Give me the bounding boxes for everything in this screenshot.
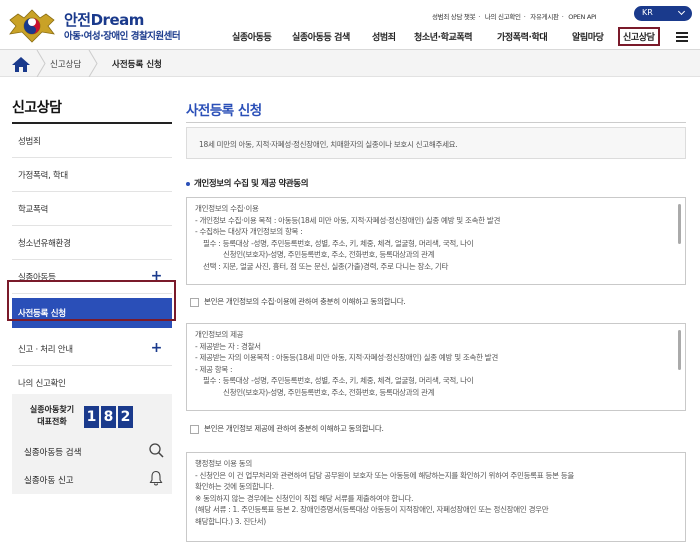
sidebar-item-domestic-violence[interactable]: 가정폭력, 학대 [12, 158, 172, 192]
missing-report-label: 실종아동 신고 [24, 476, 74, 486]
sidebar-item-youth-harmful-env[interactable]: 청소년유해환경 [12, 226, 172, 260]
util-link-my-report[interactable]: 나의 신고확인 [485, 13, 521, 21]
terms-line: ※ 동의하지 않는 경우에는 신청인이 직접 해당 서류를 제출하여야 합니다. [195, 493, 414, 503]
scrollbar[interactable] [678, 204, 681, 244]
terms-line: 확인하는 것에 동의합니다. [195, 482, 274, 491]
sidebar-item-report-guide[interactable]: 신고 · 처리 안내 + [12, 332, 172, 366]
nav-youth-school-violence[interactable]: 청소년·학교폭력 [414, 30, 473, 43]
section-title: 개인정보의 수집 및 제공 약관동의 [186, 177, 309, 189]
terms-line: - 제공받는 자의 이용목적 : 아동등(18세 미만 아동, 지적·자폐성·정… [195, 353, 498, 362]
terms-line: (해당 서류 : 1. 주민등록표 등본 2. 장애인증명서(등록대상 아동등이… [195, 505, 549, 514]
hotline-digit: 1 [84, 406, 99, 428]
breadcrumb: 신고상담 사전등록 신청 [0, 50, 700, 77]
logo-title-dream: Dream [90, 11, 145, 29]
sidebar-item-sexual-crime[interactable]: 성범죄 [12, 124, 172, 158]
title-divider [186, 122, 686, 123]
hotline-digit: 8 [101, 406, 116, 428]
breadcrumb-current: 사전등록 신청 [112, 60, 162, 70]
hotline-label: 실종아동찾기 대표전화 [24, 404, 80, 428]
terms-line: 신청인(보호자)-성명, 주민등록번호, 주소, 전화번호, 등록대상과의 관계 [223, 250, 435, 259]
terms-line: 개인정보의 수집·이용 [195, 204, 259, 213]
sidebar-item-label: 가정폭력, 학대 [18, 171, 68, 181]
missing-search-label: 실종아동등 검색 [24, 448, 82, 458]
agree-collection-checkbox[interactable] [190, 297, 199, 307]
terms-line: 행정정보 이용 동의 [195, 459, 252, 468]
hotline-label-line1: 실종아동찾기 [29, 405, 75, 414]
terms-line: 선택 : 지문, 얼굴 사진, 흉터, 점 또는 문신, 실종(가출)경력, 주… [203, 261, 449, 271]
agree-collection-label: 본인은 개인정보의 수집·이용에 관하여 충분히 이해하고 동의합니다. [204, 297, 406, 306]
missing-search-link[interactable]: 실종아동등 검색 [24, 443, 164, 458]
terms-line: 해당합니다.) 3. 진단서) [195, 516, 266, 526]
chevron-down-icon [677, 7, 686, 16]
site-logo-subtitle: 아동·여성·장애인 경찰지원센터 [64, 31, 181, 42]
menu-icon[interactable] [676, 32, 688, 42]
agree-provision[interactable]: 본인은 개인정보 제공에 관하여 충분히 이해하고 동의합니다. [190, 423, 384, 434]
notice-box: 18세 미만의 아동, 지적·자폐성·정신장애인, 치매환자의 실종이나 보호시… [186, 127, 686, 159]
home-icon[interactable] [8, 54, 34, 74]
plus-icon[interactable]: + [151, 340, 163, 356]
nav-notice[interactable]: 알림마당 [572, 30, 604, 43]
agree-provision-checkbox[interactable] [190, 424, 199, 434]
sidebar-item-school-violence[interactable]: 학교폭력 [12, 192, 172, 226]
terms-line: 신청인(보호자)-성명, 주민등록번호, 주소, 전화번호, 등록대상과의 관계 [223, 387, 435, 397]
util-link-open-api[interactable]: OPEN API [568, 13, 596, 21]
sidebar-menu: 성범죄 가정폭력, 학대 학교폭력 청소년유해환경 실종아동등 + 사전등록 신청… [12, 124, 172, 400]
terms-admin-info-box[interactable]: 행정정보 이용 동의 - 신청인은 이 건 업무처리와 관련하여 담당 공무원이… [186, 452, 686, 542]
nav-missing-search[interactable]: 실종아동등 검색 [292, 30, 350, 43]
terms-line: - 제공받는 자 : 경찰서 [195, 341, 261, 351]
language-select[interactable]: KR [634, 6, 692, 21]
hotline-label-line2: 대표전화 [37, 417, 67, 426]
terms-line: 필수 : 등록대상 -성명, 주민등록번호, 성별, 주소, 키, 체중, 체격… [203, 238, 474, 248]
terms-collection-box[interactable]: 개인정보의 수집·이용 - 개인정보 수집·이용 목적 : 아동등(18세 미만… [186, 197, 686, 285]
language-value: KR [642, 8, 653, 17]
nav-sexual-crime[interactable]: 성범죄 [372, 30, 396, 43]
bell-icon [149, 470, 163, 486]
sidebar-item-label: 신고 · 처리 안내 [18, 345, 73, 355]
nav-report-counsel[interactable]: 신고상담 [618, 27, 660, 46]
util-sep: · [561, 13, 564, 21]
agree-provision-label: 본인은 개인정보 제공에 관하여 충분히 이해하고 동의합니다. [204, 424, 384, 433]
breadcrumb-separator-icon [36, 50, 46, 77]
site-logo-title[interactable]: 안전Dream [64, 9, 144, 30]
hotline-digit: 2 [118, 406, 133, 428]
utility-links: 성범죄 상담 챗봇 · 나의 신고확인 · 자유게시판 · OPEN API [432, 11, 599, 21]
sidebar-item-label: 청소년유해환경 [18, 239, 71, 249]
breadcrumb-separator-icon [88, 50, 98, 77]
agree-collection[interactable]: 본인은 개인정보의 수집·이용에 관하여 충분히 이해하고 동의합니다. [190, 296, 406, 307]
missing-hotline-box: 실종아동찾기 대표전화 1 8 2 실종아동등 검색 실종아동 신고 [12, 394, 172, 494]
terms-line: - 개인정보 수집·이용 목적 : 아동등(18세 미만 아동, 지적·자폐성·… [195, 215, 501, 225]
search-icon [149, 443, 164, 458]
active-item-highlight [7, 280, 176, 321]
terms-line: - 제공 항목 : [195, 364, 233, 374]
util-link-board[interactable]: 자유게시판 [530, 13, 559, 21]
nav-missing-children[interactable]: 실종아동등 [232, 30, 272, 43]
police-emblem-icon[interactable] [8, 6, 56, 44]
logo-title-main: 안전 [64, 11, 91, 29]
sidebar-title: 신고상담 [12, 100, 62, 116]
missing-report-link[interactable]: 실종아동 신고 [24, 470, 164, 486]
util-sep: · [478, 13, 481, 21]
scrollbar[interactable] [678, 330, 681, 370]
sidebar-item-label: 성범죄 [18, 137, 41, 147]
util-sep: · [523, 13, 526, 21]
sidebar-item-label: 학교폭력 [18, 205, 49, 215]
breadcrumb-item[interactable]: 신고상담 [50, 58, 81, 70]
terms-provision-box[interactable]: 개인정보의 제공 - 제공받는 자 : 경찰서 - 제공받는 자의 이용목적 :… [186, 323, 686, 411]
sidebar-item-label: 나의 신고확인 [18, 379, 66, 389]
terms-line: - 신청인은 이 건 업무처리와 관련하여 담당 공무원이 보호자 또는 아동등… [195, 470, 574, 480]
nav-domestic-violence[interactable]: 가정폭력·학대 [497, 30, 548, 43]
page-title: 사전등록 신청 [186, 103, 262, 119]
terms-line: 개인정보의 제공 [195, 330, 244, 339]
terms-line: 필수 : 등록대상 -성명, 주민등록번호, 성별, 주소, 키, 체중, 체격… [203, 376, 474, 385]
terms-line: - 수집하는 대상자 개인정보의 항목 : [195, 227, 303, 236]
util-link-chatbot[interactable]: 성범죄 상담 챗봇 [432, 13, 476, 21]
site-header: 안전Dream 아동·여성·장애인 경찰지원센터 성범죄 상담 챗봇 · 나의 신… [0, 0, 700, 50]
